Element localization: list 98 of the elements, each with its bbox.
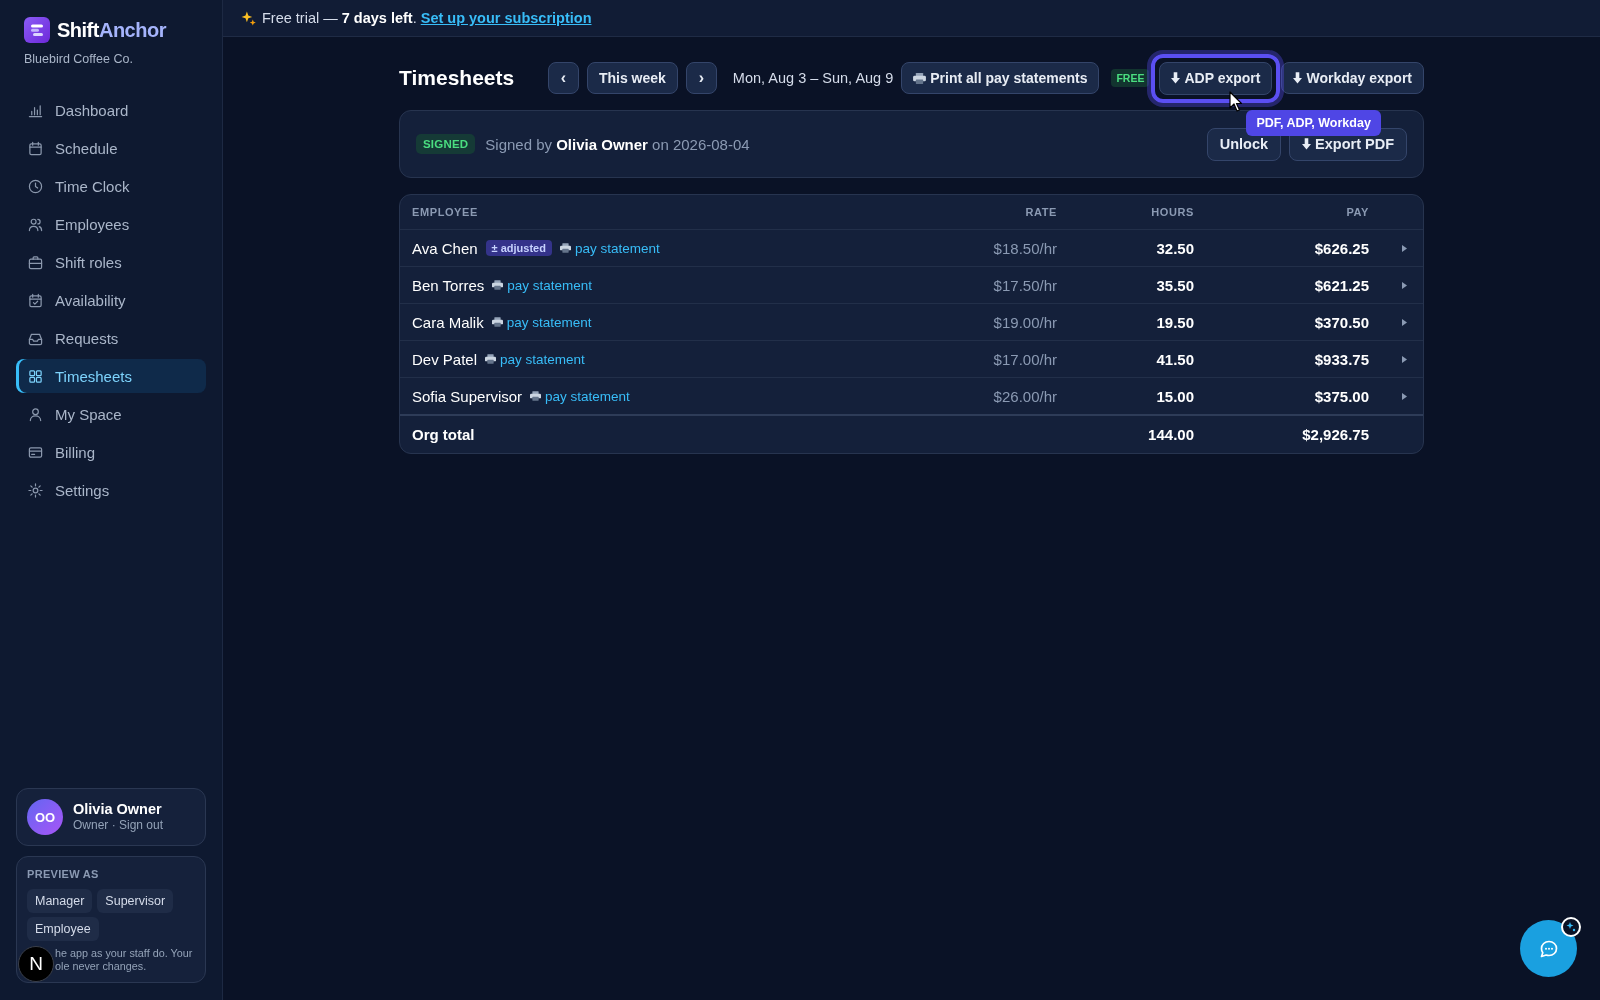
preview-title: PREVIEW AS: [27, 867, 99, 881]
column-header: RATE: [1025, 206, 1057, 218]
hours-cell: 19.50: [1156, 313, 1194, 331]
employee-name: Dev Patel: [412, 350, 478, 368]
hours-cell: 35.50: [1156, 276, 1194, 294]
caret-icon[interactable]: [1402, 392, 1407, 400]
export-button[interactable]: ADP export: [1147, 49, 1285, 107]
briefcase-icon: [28, 254, 43, 270]
date-range: Mon, Aug 3 – Sun, Aug 9: [732, 70, 894, 86]
download-arrow-icon: [1293, 72, 1303, 84]
caret-icon[interactable]: [1402, 244, 1407, 252]
pay-cell: $626.25: [1314, 239, 1369, 257]
caret-icon[interactable]: [1402, 281, 1407, 289]
download-arrow-icon: [1171, 72, 1181, 84]
printer-icon: [913, 72, 927, 84]
person-icon: [28, 406, 43, 422]
print-button[interactable]: Print all pay statements: [901, 62, 1100, 94]
nav-item[interactable]: Shift roles: [16, 245, 206, 279]
page-title: Timesheets: [399, 66, 515, 90]
this-week-button[interactable]: This week: [586, 62, 678, 94]
caret-icon[interactable]: [1402, 355, 1407, 363]
rate-cell: $18.50/hr: [993, 239, 1057, 257]
chat-button[interactable]: [1520, 920, 1577, 977]
nav-item[interactable]: Timesheets: [16, 359, 206, 393]
role-chip[interactable]: Supervisor: [97, 889, 174, 913]
pay-cell: $621.25: [1314, 276, 1369, 294]
nav-item[interactable]: Employees: [16, 207, 206, 241]
preview-note: he app as your staff do. Your ole never changes.: [55, 947, 193, 973]
column-header: EMPLOYEE: [412, 206, 478, 218]
nav-item[interactable]: Availability: [16, 283, 206, 317]
employee-name: Sofia Supervisor: [412, 387, 523, 405]
sparkle-icon: [241, 10, 256, 26]
column-header: PAY: [1346, 206, 1369, 218]
total-label: Org total: [412, 426, 475, 443]
trial-message: Free trial — 7 days left. Set up your subscription: [262, 10, 592, 26]
pay-statement-link[interactable]: pay statement: [559, 240, 660, 256]
nav-item[interactable]: My Space: [16, 397, 206, 431]
user-avatar: OO: [27, 799, 63, 835]
pay-statement-link[interactable]: pay statement: [530, 388, 630, 404]
subscription-link[interactable]: Set up your subscription: [420, 10, 592, 26]
grid-icon: [28, 368, 43, 384]
calendar-icon: [28, 140, 43, 156]
nav-item[interactable]: Billing: [16, 435, 206, 469]
logo-icon: [24, 17, 50, 43]
user-name: Olivia Owner: [73, 801, 163, 818]
app-name: ShiftAnchor: [57, 18, 166, 43]
employee-name: Cara Malik: [412, 313, 484, 331]
adjusted-badge: ± adjusted: [485, 240, 552, 256]
nav-item[interactable]: Time Clock: [16, 169, 206, 203]
pay-cell: $933.75: [1314, 350, 1369, 368]
clock-icon: [28, 178, 43, 194]
column-header: HOURS: [1151, 206, 1194, 218]
nav-item[interactable]: Requests: [16, 321, 206, 355]
total-pay: $2,926.75: [1302, 426, 1369, 443]
total-hours: 144.00: [1148, 426, 1194, 443]
pay-statement-link[interactable]: pay statement: [485, 351, 585, 367]
pay-statement-link[interactable]: pay statement: [491, 314, 592, 330]
plan-badge: FREE: [1111, 69, 1150, 87]
chat-bubble-icon: [1538, 938, 1559, 959]
pay-cell: $375.00: [1314, 387, 1369, 405]
hours-cell: 32.50: [1156, 239, 1194, 257]
pay-statement-link[interactable]: pay statement: [492, 277, 593, 293]
employee-name: Ava Chen: [412, 239, 478, 257]
user-role: Owner · Sign out: [73, 818, 164, 833]
employee-name: Ben Torres: [412, 276, 485, 294]
printer-icon: [485, 354, 497, 364]
printer-icon: [491, 317, 503, 327]
signoff-message: Signed by Olivia Owner on 2026-08-04: [485, 135, 750, 153]
nav-item[interactable]: Dashboard: [16, 93, 206, 127]
hours-cell: 15.00: [1156, 387, 1194, 405]
printer-icon: [530, 391, 542, 401]
calendar-check-icon: [28, 292, 43, 308]
caret-icon[interactable]: [1402, 318, 1407, 326]
hours-cell: 41.50: [1156, 350, 1194, 368]
printer-icon: [559, 243, 571, 253]
download-arrow-icon: [1302, 138, 1312, 150]
nav-item[interactable]: Settings: [16, 473, 206, 507]
bar-chart-icon: [28, 102, 43, 118]
rate-cell: $19.00/hr: [993, 313, 1057, 331]
organization-name: Bluebird Coffee Co.: [24, 52, 133, 67]
rate-cell: $17.50/hr: [993, 276, 1057, 294]
previous-week-button[interactable]: ‹: [547, 62, 579, 94]
settings-icon: [28, 482, 43, 498]
export-button[interactable]: Workday export: [1281, 62, 1424, 94]
people-icon: [28, 216, 43, 232]
status-badge: SIGNED: [416, 134, 476, 154]
rate-cell: $26.00/hr: [993, 387, 1057, 405]
cursor-icon: [1229, 90, 1243, 112]
sparkle-badge-icon: [1561, 917, 1581, 937]
nav-item[interactable]: Schedule: [16, 131, 206, 165]
next-week-button[interactable]: ›: [685, 62, 717, 94]
rate-cell: $17.00/hr: [993, 350, 1057, 368]
credit-card-icon: [28, 444, 43, 460]
role-chip[interactable]: Manager: [27, 889, 93, 913]
role-chip[interactable]: Employee: [27, 917, 99, 941]
tooltip: PDF, ADP, Workday: [1246, 109, 1381, 136]
printer-icon: [492, 280, 504, 290]
pay-cell: $370.50: [1314, 313, 1369, 331]
